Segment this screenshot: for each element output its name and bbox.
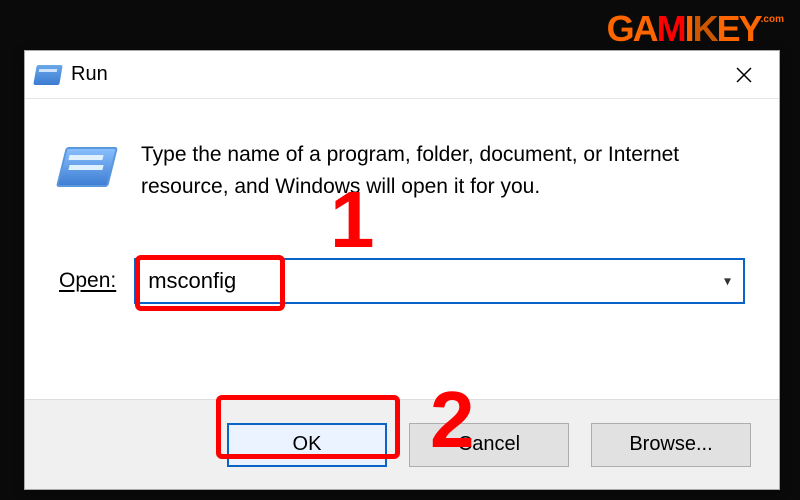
browse-button[interactable]: Browse... [591,423,751,467]
run-title-icon [35,64,61,86]
dialog-body: Type the name of a program, folder, docu… [25,99,779,314]
run-dialog: Run Type the name of a program, folder, … [24,50,780,490]
dialog-title: Run [71,63,108,86]
instruction-text: Type the name of a program, folder, docu… [141,139,721,202]
open-input[interactable] [148,268,703,294]
open-combobox[interactable]: ▾ [134,258,745,304]
titlebar: Run [25,51,779,99]
run-body-icon [59,143,115,191]
cancel-button[interactable]: Cancel [409,423,569,467]
ok-button[interactable]: OK [227,423,387,467]
close-button[interactable] [719,55,769,95]
chevron-down-icon[interactable]: ▾ [724,273,731,290]
button-bar: OK Cancel Browse... [25,399,779,489]
open-label: Open: [59,269,116,293]
close-icon [735,66,753,84]
watermark-logo: GAMIKEY.com [607,8,784,50]
